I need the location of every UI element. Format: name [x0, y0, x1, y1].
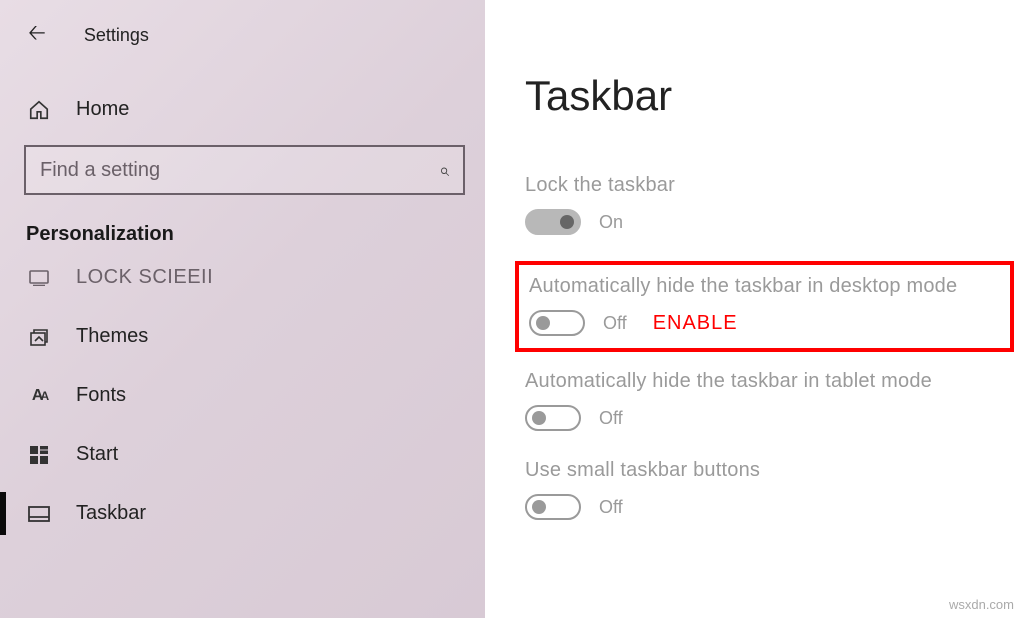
- setting-label: Automatically hide the taskbar in deskto…: [529, 275, 1004, 298]
- toggle-row: Off: [525, 494, 1014, 520]
- toggle-state: Off: [599, 408, 623, 429]
- setting-label: Lock the taskbar: [525, 174, 1014, 197]
- toggle-knob: [536, 316, 550, 330]
- enable-annotation: ENABLE: [653, 312, 738, 335]
- toggle-state: Off: [603, 313, 627, 334]
- setting-small-buttons: Use small taskbar buttons Off: [525, 457, 1014, 522]
- back-arrow-icon[interactable]: 🡠: [28, 16, 46, 54]
- setting-label: Automatically hide the taskbar in tablet…: [525, 370, 1014, 393]
- sidebar-item-label: Taskbar: [76, 502, 146, 525]
- toggle-state: On: [599, 212, 623, 233]
- settings-title: Settings: [84, 25, 149, 46]
- sidebar-item-label: LOCK SCIEEII: [76, 266, 213, 289]
- toggle-hide-tablet[interactable]: [525, 405, 581, 431]
- content-panel: Taskbar Lock the taskbar On Automaticall…: [485, 0, 1024, 618]
- lock-screen-icon: [28, 267, 50, 289]
- toggle-hide-desktop[interactable]: [529, 310, 585, 336]
- search-box[interactable]: ⌕: [24, 145, 465, 195]
- toggle-state: Off: [599, 497, 623, 518]
- setting-label: Use small taskbar buttons: [525, 459, 1014, 482]
- toggle-row: On: [525, 209, 1014, 235]
- sidebar-item-label: Themes: [76, 325, 148, 348]
- sidebar-item-label: Start: [76, 443, 118, 466]
- section-title: Personalization: [0, 195, 485, 260]
- sidebar-item-taskbar[interactable]: Taskbar: [0, 484, 485, 543]
- themes-icon: [28, 326, 50, 348]
- highlight-annotation-box: Automatically hide the taskbar in deskto…: [515, 261, 1014, 352]
- home-nav-item[interactable]: Home: [0, 74, 485, 145]
- sidebar-item-fonts[interactable]: AA Fonts: [0, 366, 485, 425]
- home-icon: [28, 99, 50, 121]
- fonts-icon: AA: [28, 385, 50, 407]
- watermark: wsxdn.com: [949, 597, 1014, 612]
- setting-hide-tablet: Automatically hide the taskbar in tablet…: [525, 368, 1014, 433]
- sidebar-item-start[interactable]: Start: [0, 425, 485, 484]
- sidebar-item-label: Fonts: [76, 384, 126, 407]
- home-label: Home: [76, 98, 129, 121]
- toggle-row: Off ENABLE: [525, 310, 1004, 336]
- search-icon: ⌕: [439, 160, 449, 181]
- search-input[interactable]: [40, 159, 439, 182]
- settings-sidebar: 🡠 Settings Home ⌕ Personalization LOCK S…: [0, 0, 485, 618]
- taskbar-icon: [28, 503, 50, 525]
- start-icon: [28, 444, 50, 466]
- toggle-lock-taskbar[interactable]: [525, 209, 581, 235]
- header-row: 🡠 Settings: [0, 16, 485, 74]
- setting-lock-taskbar: Lock the taskbar On: [525, 172, 1014, 237]
- toggle-knob: [532, 500, 546, 514]
- page-title: Taskbar: [525, 72, 1014, 120]
- toggle-knob: [560, 215, 574, 229]
- sidebar-item-themes[interactable]: Themes: [0, 307, 485, 366]
- toggle-knob: [532, 411, 546, 425]
- sidebar-item-lock-screen[interactable]: LOCK SCIEEII: [0, 260, 485, 307]
- toggle-row: Off: [525, 405, 1014, 431]
- toggle-small-buttons[interactable]: [525, 494, 581, 520]
